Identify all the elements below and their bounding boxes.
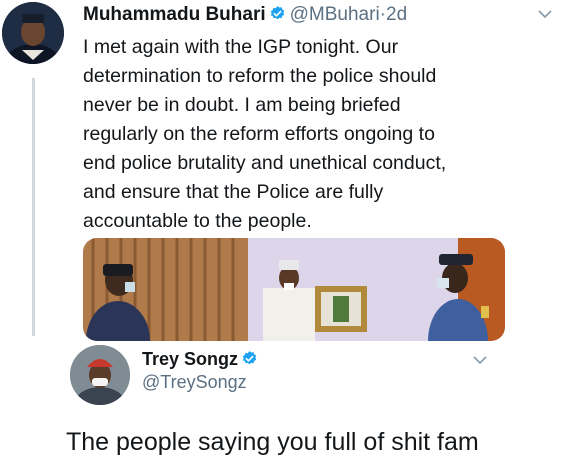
meeting-photo <box>83 238 505 341</box>
verified-badge-icon <box>270 6 284 20</box>
author-handle[interactable]: @MBuhari <box>290 4 380 25</box>
quoted-author-avatar[interactable] <box>70 345 130 405</box>
quoted-author-name[interactable]: Trey Songz <box>142 349 238 369</box>
author-avatar[interactable] <box>2 2 64 64</box>
thread-line <box>32 78 35 336</box>
chevron-down-icon[interactable] <box>537 6 553 22</box>
tweet-text-line: determination to reform the police shoul… <box>83 65 437 87</box>
timestamp[interactable]: 2d <box>386 4 407 25</box>
tweet-text-line: regularly on the reform efforts ongoing … <box>83 123 435 145</box>
avatar-portrait <box>70 345 130 405</box>
chevron-down-icon[interactable] <box>472 352 488 368</box>
caption-text: The people saying you full of shit fam <box>66 428 479 456</box>
author-name[interactable]: Muhammadu Buhari <box>83 4 266 25</box>
avatar-portrait <box>2 2 64 64</box>
tweet-header: Muhammadu Buhari @MBuhari·2d <box>83 4 553 28</box>
verified-badge-icon <box>242 351 257 365</box>
tweet-photo[interactable] <box>83 238 505 341</box>
tweet-text-line: I met again with the IGP tonight. Our <box>83 36 399 58</box>
tweet-text-line: accountable to the people. <box>83 210 312 232</box>
tweet-text: I met again with the IGP tonight. Our de… <box>83 33 553 236</box>
quoted-header: Trey Songz <box>142 349 492 371</box>
tweet-text-line: and ensure that the Police are fully <box>83 181 384 203</box>
quoted-author-handle[interactable]: @TreySongz <box>142 372 247 393</box>
tweet-text-line: end police brutality and unethical condu… <box>83 152 447 174</box>
tweet-text-line: never be in doubt. I am being briefed <box>83 94 401 116</box>
